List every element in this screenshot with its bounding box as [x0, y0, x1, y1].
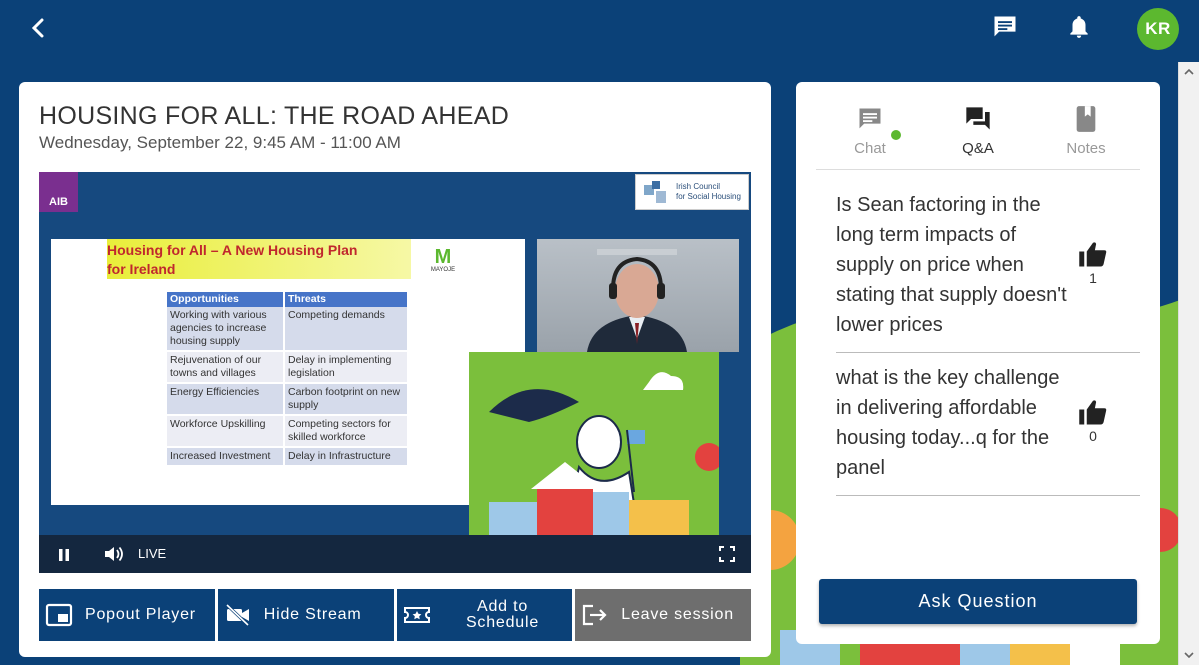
swot-cell: Competing sectors for skilled workforce — [288, 418, 391, 443]
swot-cell: Energy Efficiencies — [167, 384, 285, 414]
question-text: Is Sean factoring in the long term impac… — [836, 194, 1067, 336]
house-logo-icon — [644, 181, 666, 203]
question-text: what is the key challenge in delivering … — [836, 367, 1060, 479]
chevron-left-icon — [31, 18, 44, 38]
add-to-schedule-label: Add to Schedule — [443, 599, 563, 631]
icsh-logo: Irish Council for Social Housing — [635, 174, 749, 210]
tab-qa-label: Q&A — [962, 140, 994, 157]
popout-icon — [45, 601, 73, 629]
popout-label: Popout Player — [85, 606, 196, 623]
fullscreen-icon — [719, 546, 735, 562]
swot-row: Energy Efficiencies Carbon footprint on … — [167, 384, 407, 416]
volume-icon — [105, 546, 123, 562]
side-tabs: Chat Q&A Notes — [816, 104, 1140, 170]
swot-cell: Increased Investment — [167, 448, 285, 465]
tab-notes-label: Notes — [1066, 140, 1106, 157]
exit-icon — [581, 601, 609, 629]
swot-header: Opportunities Threats — [167, 292, 407, 307]
avatar[interactable]: KR — [1137, 8, 1179, 50]
fullscreen-button[interactable] — [719, 546, 735, 562]
icsh-line-2: for Social Housing — [676, 192, 741, 201]
slide-title-line-1: Housing for All – A New Housing Plan — [107, 242, 358, 258]
swot-row: Working with various agencies to increas… — [167, 307, 407, 352]
swot-row: Increased Investment Delay in Infrastruc… — [167, 448, 407, 465]
add-to-schedule-line-1: Add to — [476, 598, 529, 615]
chat-button[interactable] — [990, 12, 1020, 42]
caret-down-icon — [1184, 652, 1194, 658]
swot-row: Rejuvenation of our towns and villages D… — [167, 352, 407, 384]
page-title: HOUSING FOR ALL: THE ROAD AHEAD — [39, 102, 510, 130]
popout-player-button[interactable]: Popout Player — [39, 589, 215, 641]
video-off-icon — [224, 601, 252, 629]
book-icon — [1071, 104, 1101, 134]
ask-question-button[interactable]: Ask Question — [819, 579, 1137, 624]
thumbs-up-icon — [1079, 400, 1107, 425]
list-item: Is Sean factoring in the long term impac… — [836, 180, 1140, 353]
leave-session-label: Leave session — [621, 606, 734, 623]
session-card: HOUSING FOR ALL: THE ROAD AHEAD Wednesda… — [19, 82, 771, 657]
swot-cell: Delay in Infrastructure — [288, 450, 391, 462]
slide-logo-text: MAYOJE — [430, 267, 456, 273]
add-to-schedule-button[interactable]: Add to Schedule — [396, 589, 573, 641]
speaker-video-feed — [537, 239, 739, 352]
tab-chat[interactable]: Chat — [816, 104, 924, 169]
back-button[interactable] — [24, 14, 52, 42]
add-to-schedule-line-2: Schedule — [465, 614, 540, 631]
swot-cell: Carbon footprint on new supply — [288, 386, 401, 411]
icsh-line-1: Irish Council — [676, 182, 721, 191]
aib-logo-text: AIB — [49, 196, 68, 208]
status-indicator — [891, 130, 901, 140]
session-time: Wednesday, September 22, 9:45 AM - 11:00… — [39, 133, 401, 152]
swot-table: Opportunities Threats Working with vario… — [167, 292, 407, 465]
swot-cell: Rejuvenation of our towns and villages — [167, 352, 285, 382]
swot-col-1: Opportunities — [167, 292, 285, 307]
swot-row: Workforce Upskilling Competing sectors f… — [167, 416, 407, 448]
top-bar: KR — [0, 0, 1199, 62]
forum-icon — [963, 104, 993, 134]
bell-icon — [1070, 16, 1088, 38]
question-list: Is Sean factoring in the long term impac… — [836, 180, 1140, 496]
list-item: what is the key challenge in delivering … — [836, 353, 1140, 496]
video-controls: LIVE — [39, 535, 751, 573]
caret-up-icon — [1184, 69, 1194, 75]
video-player[interactable]: AIB Irish Council for Social Housing Hou… — [39, 172, 751, 573]
thumbs-up-icon — [1079, 242, 1107, 267]
slide-logo: M MAYOJE — [423, 247, 463, 273]
tab-chat-label: Chat — [854, 140, 886, 157]
swot-cell: Working with various agencies to increas… — [167, 307, 285, 350]
live-label: LIVE — [138, 546, 167, 561]
hide-stream-button[interactable]: Hide Stream — [217, 589, 394, 641]
upvote-button[interactable]: 1 — [1076, 240, 1110, 286]
volume-button[interactable] — [103, 544, 125, 564]
upvote-count: 1 — [1089, 270, 1097, 286]
presentation-slide: Housing for All – A New Housing Plan for… — [51, 239, 525, 505]
chat-icon — [994, 16, 1016, 37]
tab-qa[interactable]: Q&A — [924, 104, 1032, 169]
upvote-count: 0 — [1089, 428, 1097, 444]
leave-session-button[interactable]: Leave session — [575, 589, 751, 641]
notifications-button[interactable] — [1064, 12, 1094, 42]
slide-title-line-2: for Ireland — [107, 261, 176, 277]
session-actions: Popout Player Hide Stream Add to Schedul… — [39, 589, 751, 641]
page-scrollbar[interactable] — [1178, 62, 1199, 665]
scroll-down-arrow[interactable] — [1179, 645, 1199, 665]
ticket-icon — [403, 601, 431, 629]
hide-stream-label: Hide Stream — [263, 606, 362, 623]
aib-logo: AIB — [39, 172, 78, 212]
chat-icon — [855, 104, 885, 134]
swot-cell: Delay in implementing legislation — [288, 354, 392, 379]
scroll-up-arrow[interactable] — [1179, 62, 1199, 82]
swot-col-2: Threats — [288, 293, 326, 305]
video-illustration — [469, 352, 719, 535]
swot-cell: Workforce Upskilling — [167, 416, 285, 446]
upvote-button[interactable]: 0 — [1076, 398, 1110, 444]
tab-notes[interactable]: Notes — [1032, 104, 1140, 169]
swot-cell: Competing demands — [288, 309, 385, 321]
pause-icon — [59, 549, 69, 561]
pause-button[interactable] — [55, 546, 73, 564]
slide-title: Housing for All – A New Housing Plan for… — [107, 241, 357, 279]
side-panel: Chat Q&A Notes Is Sean factoring in the … — [796, 82, 1160, 644]
